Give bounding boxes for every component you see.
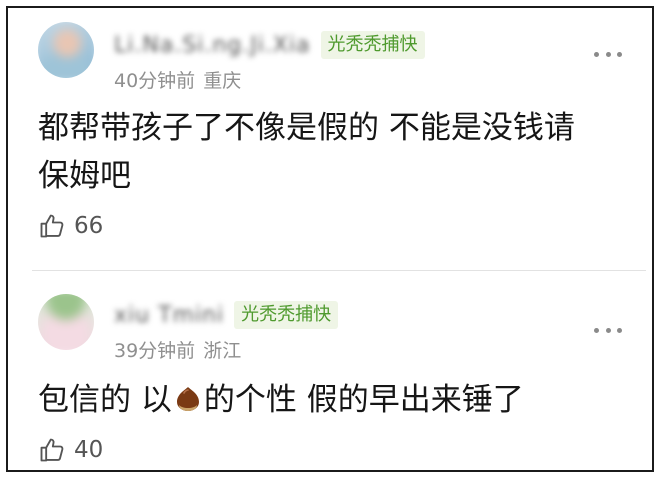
comment-text: 都帮带孩子了不像是假的 不能是没钱请 保姆吧 [38,104,622,200]
comment-location: 浙江 [203,340,242,362]
thumbs-up-icon [40,214,64,238]
chestnut-icon [176,387,199,411]
comment-header: Li.Na.Si.ng.Ji.Xia 光秃秃捕快 [114,28,425,62]
comment-time: 40分钟前 [114,70,196,92]
more-options-icon[interactable] [594,326,622,334]
comment-text: 包信的 以 的个性 假的早出来锤了 [38,376,622,424]
like-button[interactable]: 40 [38,436,103,464]
comment-location: 重庆 [203,70,242,92]
comment-header: xiu Tmini 光秃秃捕快 [114,298,339,332]
comment-item: xiu Tmini 光秃秃捕快 39分钟前 浙江 包信的 以 的个性 假的早出来锤… [8,280,652,470]
comment-text-line: 都帮带孩子了不像是假的 不能是没钱请 [38,110,575,146]
comment-text-part: 的个性 假的早出来锤了 [203,382,524,418]
comment-item: Li.Na.Si.ng.Ji.Xia 光秃秃捕快 40分钟前 重庆 都帮带孩子了不… [8,8,652,270]
comment-text-part: 包信的 以 [38,382,172,418]
comment-meta: 39分钟前 浙江 [114,336,241,363]
user-badge: 光秃秃捕快 [320,31,425,59]
username[interactable]: xiu Tmini [114,303,224,328]
divider [32,270,646,271]
like-button[interactable]: 66 [38,212,103,240]
username[interactable]: Li.Na.Si.ng.Ji.Xia [114,33,311,58]
comment-time: 39分钟前 [114,340,196,362]
comment-text-line: 保姆吧 [38,158,131,194]
comment-panel: Li.Na.Si.ng.Ji.Xia 光秃秃捕快 40分钟前 重庆 都帮带孩子了不… [6,6,654,472]
user-badge: 光秃秃捕快 [234,301,339,329]
avatar[interactable] [38,22,94,78]
like-count: 66 [74,213,104,239]
like-count: 40 [74,437,104,463]
thumbs-up-icon [40,438,64,462]
avatar[interactable] [38,294,94,350]
more-options-icon[interactable] [594,50,622,58]
comment-meta: 40分钟前 重庆 [114,66,241,93]
